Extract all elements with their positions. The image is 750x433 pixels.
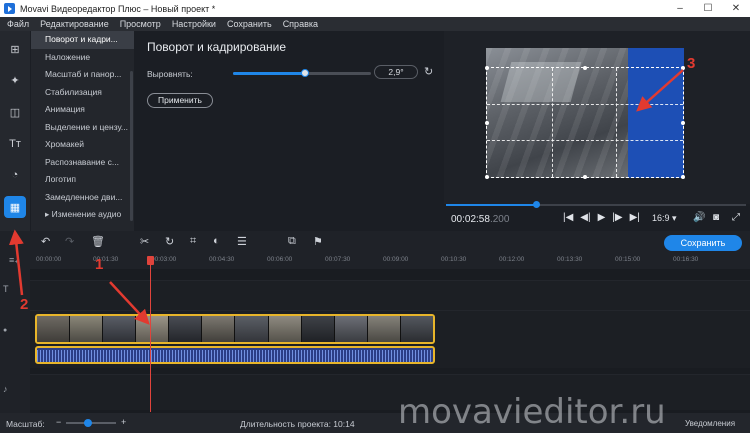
annotation-arrow-2 bbox=[8, 229, 24, 296]
annotation-number-3: 3 bbox=[687, 55, 696, 72]
annotation-arrow-1 bbox=[109, 281, 150, 325]
annotation-number-2: 2 bbox=[20, 296, 29, 313]
annotation-number-1: 1 bbox=[95, 256, 104, 273]
annotation-arrow-3 bbox=[636, 69, 684, 112]
annotation-arrows bbox=[8, 69, 684, 325]
